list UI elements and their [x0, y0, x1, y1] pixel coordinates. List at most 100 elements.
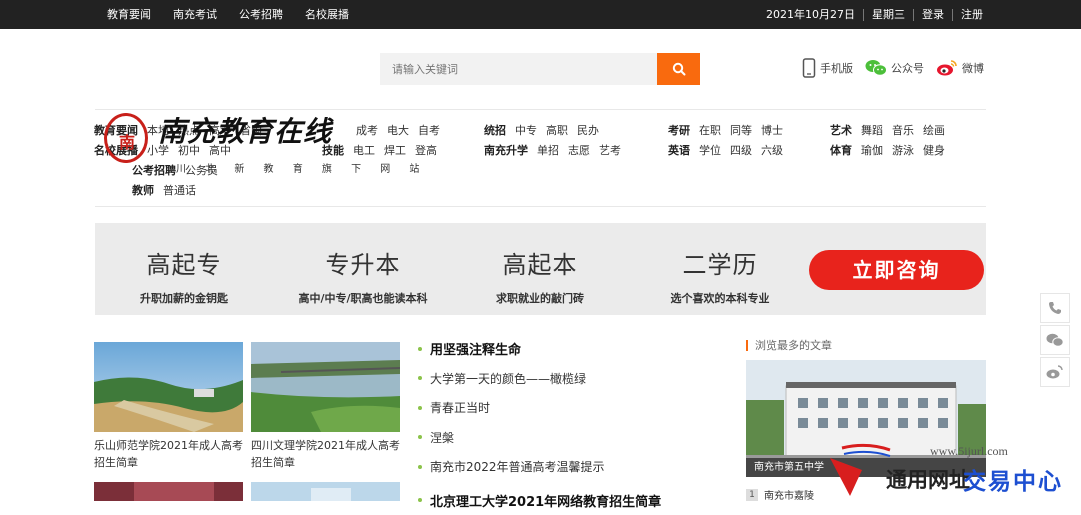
- links-col3-row2: 南充升学单招志愿艺考: [484, 142, 630, 158]
- news-photo[interactable]: [251, 482, 400, 501]
- news-photo-caption[interactable]: 乐山师范学院2021年成人高考招生简章: [94, 437, 246, 471]
- category-link[interactable]: 艺术: [830, 124, 852, 137]
- top-nav-item[interactable]: 名校展播: [305, 0, 349, 29]
- promo-title: 二学历: [655, 245, 785, 280]
- category-link[interactable]: 在职: [699, 124, 721, 137]
- news-photo-caption[interactable]: 四川文理学院2021年成人高考招生简章: [251, 437, 403, 471]
- news-item[interactable]: 涅槃: [418, 423, 661, 453]
- float-phone-button[interactable]: [1040, 293, 1070, 323]
- bullet-icon: [418, 406, 422, 410]
- category-link[interactable]: 游泳: [892, 144, 914, 157]
- search-input[interactable]: [380, 53, 650, 85]
- watermark-logo-icon: [822, 440, 892, 501]
- category-link[interactable]: 民办: [577, 124, 599, 137]
- category-link[interactable]: 普通话: [163, 184, 196, 197]
- top-nav-item[interactable]: 南充考试: [173, 0, 217, 29]
- category-link[interactable]: 统招: [484, 124, 506, 137]
- links-col5-row2: 体育瑜伽游泳健身: [830, 142, 954, 158]
- category-link[interactable]: 电大: [387, 124, 409, 137]
- news-item[interactable]: 用坚强注释生命: [418, 334, 661, 364]
- top-right: 2021年10月27日 星期三 登录 注册: [758, 0, 991, 29]
- search-button[interactable]: [657, 53, 700, 85]
- category-link[interactable]: 焊工: [384, 144, 406, 157]
- category-link[interactable]: 体育: [830, 144, 852, 157]
- news-title: 青春正当时: [430, 399, 490, 416]
- wechat-icon: [1046, 333, 1064, 347]
- category-link[interactable]: 艺考: [599, 144, 621, 157]
- category-link[interactable]: 音乐: [892, 124, 914, 137]
- category-link[interactable]: 六级: [761, 144, 783, 157]
- date-text: 2021年10月27日: [758, 0, 863, 29]
- category-link[interactable]: 中专: [515, 124, 537, 137]
- category-link[interactable]: 登高: [415, 144, 437, 157]
- promo-desc: 高中/中专/职高也能读本科: [277, 290, 449, 306]
- category-link[interactable]: 公考招聘: [132, 164, 176, 177]
- links-col5-row1: 艺术舞蹈音乐绘画: [830, 122, 954, 138]
- news-title: 用坚强注释生命: [430, 339, 521, 358]
- rank-badge: 1: [746, 489, 758, 501]
- promo-item: 二学历 选个喜欢的本科专业: [655, 223, 785, 306]
- bullet-icon: [418, 465, 422, 469]
- category-link[interactable]: 教师: [132, 184, 154, 197]
- site-logo[interactable]: 南充教育在线: [158, 110, 332, 150]
- top-nav-item[interactable]: 教育要闻: [107, 0, 151, 29]
- float-weibo-button[interactable]: [1040, 357, 1070, 387]
- top-nav-item[interactable]: 公考招聘: [239, 0, 283, 29]
- popular-list-item[interactable]: 1 南充市嘉陵: [746, 487, 814, 502]
- mobile-label: 手机版: [820, 60, 853, 76]
- divider: [95, 206, 986, 207]
- wechat-link[interactable]: 公众号: [865, 59, 924, 77]
- news-item[interactable]: 南充市2022年普通高考温馨提示: [418, 452, 661, 482]
- news-item[interactable]: 北京理工大学2021年网络教育招生简章: [418, 486, 661, 515]
- links-col4-row2: 英语学位四级六级: [668, 142, 792, 158]
- category-link[interactable]: 志愿: [568, 144, 590, 157]
- category-link[interactable]: 博士: [761, 124, 783, 137]
- category-link[interactable]: 绘画: [923, 124, 945, 137]
- promo-title: 高起专: [119, 245, 249, 280]
- weibo-link[interactable]: 微博: [936, 59, 984, 77]
- bullet-icon: [418, 347, 422, 351]
- register-link[interactable]: 注册: [953, 0, 991, 29]
- promo-desc: 升职加薪的金钥匙: [119, 290, 249, 306]
- news-photo[interactable]: [94, 482, 243, 501]
- news-item[interactable]: 青春正当时: [418, 393, 661, 423]
- category-link[interactable]: 舞蹈: [861, 124, 883, 137]
- promo-desc: 选个喜欢的本科专业: [655, 290, 785, 306]
- category-link[interactable]: 单招: [537, 144, 559, 157]
- links-col2-row2: 技能电工焊工登高: [322, 142, 446, 158]
- promo-item: 高起专 升职加薪的金钥匙: [119, 223, 249, 306]
- category-link[interactable]: 成考: [356, 124, 378, 137]
- category-link[interactable]: 同等: [730, 124, 752, 137]
- phone-icon: [802, 58, 816, 78]
- wechat-label: 公众号: [891, 60, 924, 76]
- category-link[interactable]: 考研: [668, 124, 690, 137]
- category-link[interactable]: 四级: [730, 144, 752, 157]
- popular-title-text: 浏览最多的文章: [755, 337, 832, 353]
- watermark-url: www.5ijurl.com: [930, 444, 1008, 459]
- category-link[interactable]: 学位: [699, 144, 721, 157]
- category-link[interactable]: 健身: [923, 144, 945, 157]
- search-icon: [672, 62, 686, 76]
- top-nav: 教育要闻 南充考试 公考招聘 名校展播: [96, 0, 360, 29]
- news-list: 用坚强注释生命 大学第一天的颜色——橄榄绿 青春正当时 涅槃 南充市2022年普…: [418, 334, 661, 515]
- category-link[interactable]: 南充升学: [484, 144, 528, 157]
- category-link[interactable]: 英语: [668, 144, 690, 157]
- promo-title: 专升本: [277, 245, 449, 280]
- mobile-link[interactable]: 手机版: [802, 58, 853, 78]
- news-photo[interactable]: [94, 342, 243, 432]
- consult-button[interactable]: 立即咨询: [809, 250, 984, 290]
- login-link[interactable]: 登录: [914, 0, 952, 29]
- promo-title: 高起本: [475, 245, 605, 280]
- news-photo[interactable]: [251, 342, 400, 432]
- category-link[interactable]: 电工: [353, 144, 375, 157]
- popular-item-title: 南充市嘉陵: [764, 487, 814, 502]
- category-link[interactable]: 高职: [546, 124, 568, 137]
- top-bar: 教育要闻 南充考试 公考招聘 名校展播 2021年10月27日 星期三 登录 注…: [0, 0, 1081, 29]
- news-title: 大学第一天的颜色——橄榄绿: [430, 370, 586, 387]
- category-link[interactable]: 自考: [418, 124, 440, 137]
- category-link[interactable]: 瑜伽: [861, 144, 883, 157]
- promo-banner[interactable]: 高起专 升职加薪的金钥匙 专升本 高中/中专/职高也能读本科 高起本 求职就业的…: [95, 223, 986, 315]
- float-wechat-button[interactable]: [1040, 325, 1070, 355]
- news-item[interactable]: 大学第一天的颜色——橄榄绿: [418, 364, 661, 394]
- weibo-icon: [936, 59, 958, 77]
